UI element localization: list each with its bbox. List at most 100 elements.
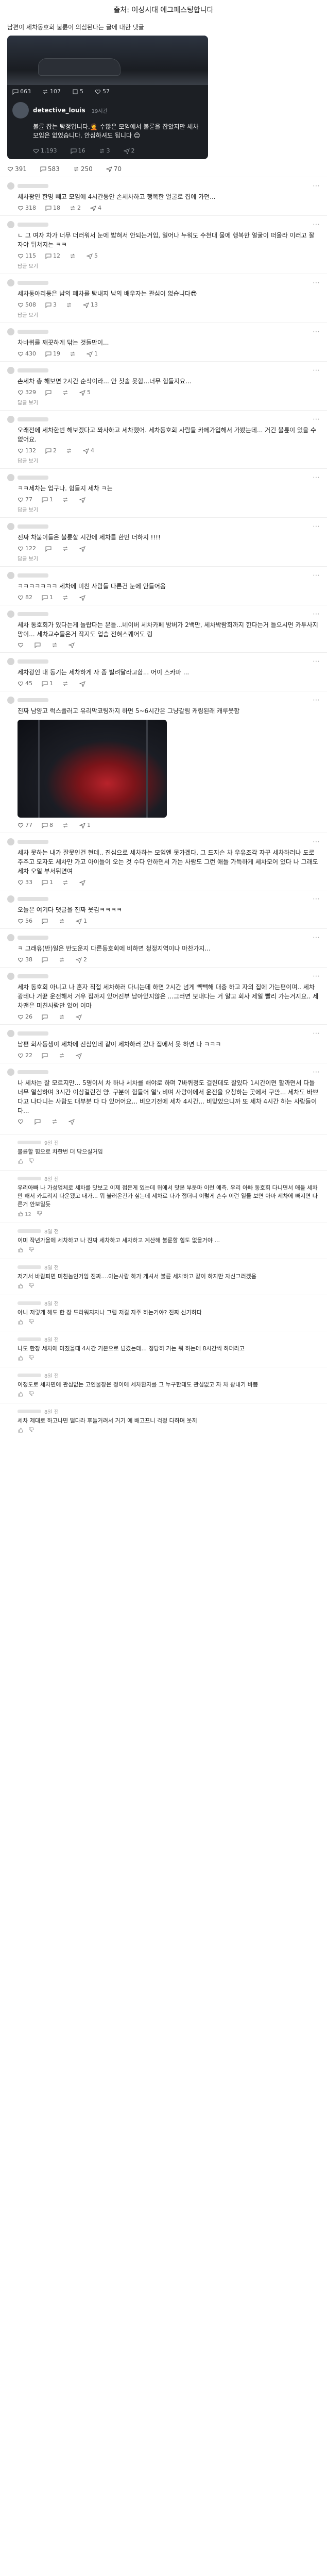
downvote-button[interactable] [28,1355,34,1362]
more-options-icon[interactable]: ⋯ [313,182,320,190]
username-placeholder[interactable] [18,840,48,844]
repost-button[interactable] [66,301,74,308]
more-options-icon[interactable]: ⋯ [313,221,320,229]
like-button[interactable]: 77 [18,496,32,503]
comment-button[interactable] [35,642,42,648]
repost-button[interactable] [59,956,66,963]
avatar[interactable] [7,697,14,704]
more-options-icon[interactable]: ⋯ [313,571,320,580]
upvote-button[interactable] [18,1355,23,1362]
like-button[interactable]: 132 [18,447,36,454]
upvote-button[interactable] [18,1427,23,1434]
comment-button[interactable]: 583 [40,165,60,173]
username-placeholder[interactable] [18,330,48,334]
downvote-button[interactable] [28,1158,34,1165]
share-button[interactable]: 5 [79,389,91,396]
username-placeholder[interactable] [18,1265,41,1269]
share-button[interactable] [79,680,87,687]
like-button[interactable]: 115 [18,252,36,259]
view-replies-link[interactable]: 답글 보기 [7,504,320,514]
more-options-icon[interactable]: ⋯ [313,610,320,618]
more-options-icon[interactable]: ⋯ [313,657,320,666]
avatar[interactable] [12,102,29,118]
more-options-icon[interactable]: ⋯ [313,473,320,482]
username-placeholder[interactable] [18,897,48,901]
avatar[interactable] [7,838,14,845]
view-replies-link[interactable]: 답글 보기 [7,309,320,319]
share-button[interactable] [79,496,87,503]
avatar[interactable] [7,182,14,190]
comment-button[interactable]: 8 [42,822,53,828]
more-options-icon[interactable]: ⋯ [313,895,320,903]
like-button[interactable]: 77 [18,822,32,828]
avatar[interactable] [7,895,14,903]
more-options-icon[interactable]: ⋯ [313,1029,320,1038]
repost-button[interactable] [51,1118,59,1125]
comment-button[interactable] [42,1013,49,1020]
more-options-icon[interactable]: ⋯ [313,328,320,336]
repost-button[interactable] [59,1013,66,1020]
repost-button[interactable] [70,350,77,357]
upvote-button[interactable] [18,1283,23,1290]
share-button[interactable] [68,642,76,648]
like-button[interactable] [18,1118,25,1125]
comment-button[interactable] [45,545,53,552]
comment-button[interactable] [42,918,49,924]
upvote-button[interactable] [18,1319,23,1326]
like-button[interactable]: 318 [18,205,36,211]
repost-button[interactable]: 2 [70,205,81,211]
username-placeholder[interactable] [18,936,48,940]
share-button[interactable] [79,879,87,886]
share-button[interactable]: 2 [76,956,87,963]
upvote-button[interactable]: 12 [18,1211,31,1217]
username-placeholder[interactable] [18,1031,48,1036]
more-options-icon[interactable]: ⋯ [313,696,320,704]
share-button[interactable] [76,1052,83,1059]
username-placeholder[interactable] [18,573,48,578]
comment-button[interactable] [45,389,53,396]
avatar[interactable] [7,279,14,286]
downvote-button[interactable] [28,1319,34,1326]
repost-button[interactable]: 3 [99,147,110,154]
comment-button[interactable]: 19 [45,350,60,357]
share-button[interactable] [79,594,87,601]
view-replies-link[interactable]: 답글 보기 [7,455,320,465]
more-options-icon[interactable]: ⋯ [313,1068,320,1076]
share-button[interactable]: 4 [83,447,94,454]
share-button[interactable] [68,1118,76,1125]
share-button[interactable]: 2 [123,147,135,154]
like-button[interactable]: 22 [18,1052,32,1059]
like-button[interactable]: 508 [18,301,36,308]
downvote-button[interactable] [37,1211,42,1217]
repost-button[interactable] [62,496,70,503]
more-options-icon[interactable]: ⋯ [313,279,320,287]
username-placeholder[interactable] [18,223,48,227]
comment-button[interactable]: 16 [71,147,85,154]
repost-button[interactable] [59,918,66,924]
username-placeholder[interactable] [18,1301,41,1305]
share-button[interactable]: 13 [83,301,98,308]
avatar[interactable] [7,328,14,335]
avatar[interactable] [7,973,14,980]
like-button[interactable]: 391 [7,165,27,173]
avatar[interactable] [7,416,14,423]
comment-button[interactable]: 12 [45,252,60,259]
comment-button[interactable]: 3 [45,301,57,308]
comment-button[interactable]: 2 [45,447,57,454]
downvote-button[interactable] [28,1283,34,1290]
share-button[interactable]: 5 [87,252,98,259]
username-placeholder[interactable] [18,612,48,616]
like-button[interactable]: 122 [18,545,36,552]
comment-button[interactable] [42,956,49,963]
repost-button[interactable] [62,822,70,828]
like-button[interactable]: 33 [18,879,32,886]
like-button[interactable] [18,642,25,648]
avatar[interactable] [7,658,14,665]
repost-button[interactable] [66,447,74,454]
repost-button[interactable] [51,642,59,648]
username-placeholder[interactable] [18,524,48,529]
share-button[interactable]: 1 [76,918,87,924]
avatar[interactable] [7,221,14,228]
repost-button[interactable] [62,594,70,601]
comment-button[interactable] [35,1118,42,1125]
